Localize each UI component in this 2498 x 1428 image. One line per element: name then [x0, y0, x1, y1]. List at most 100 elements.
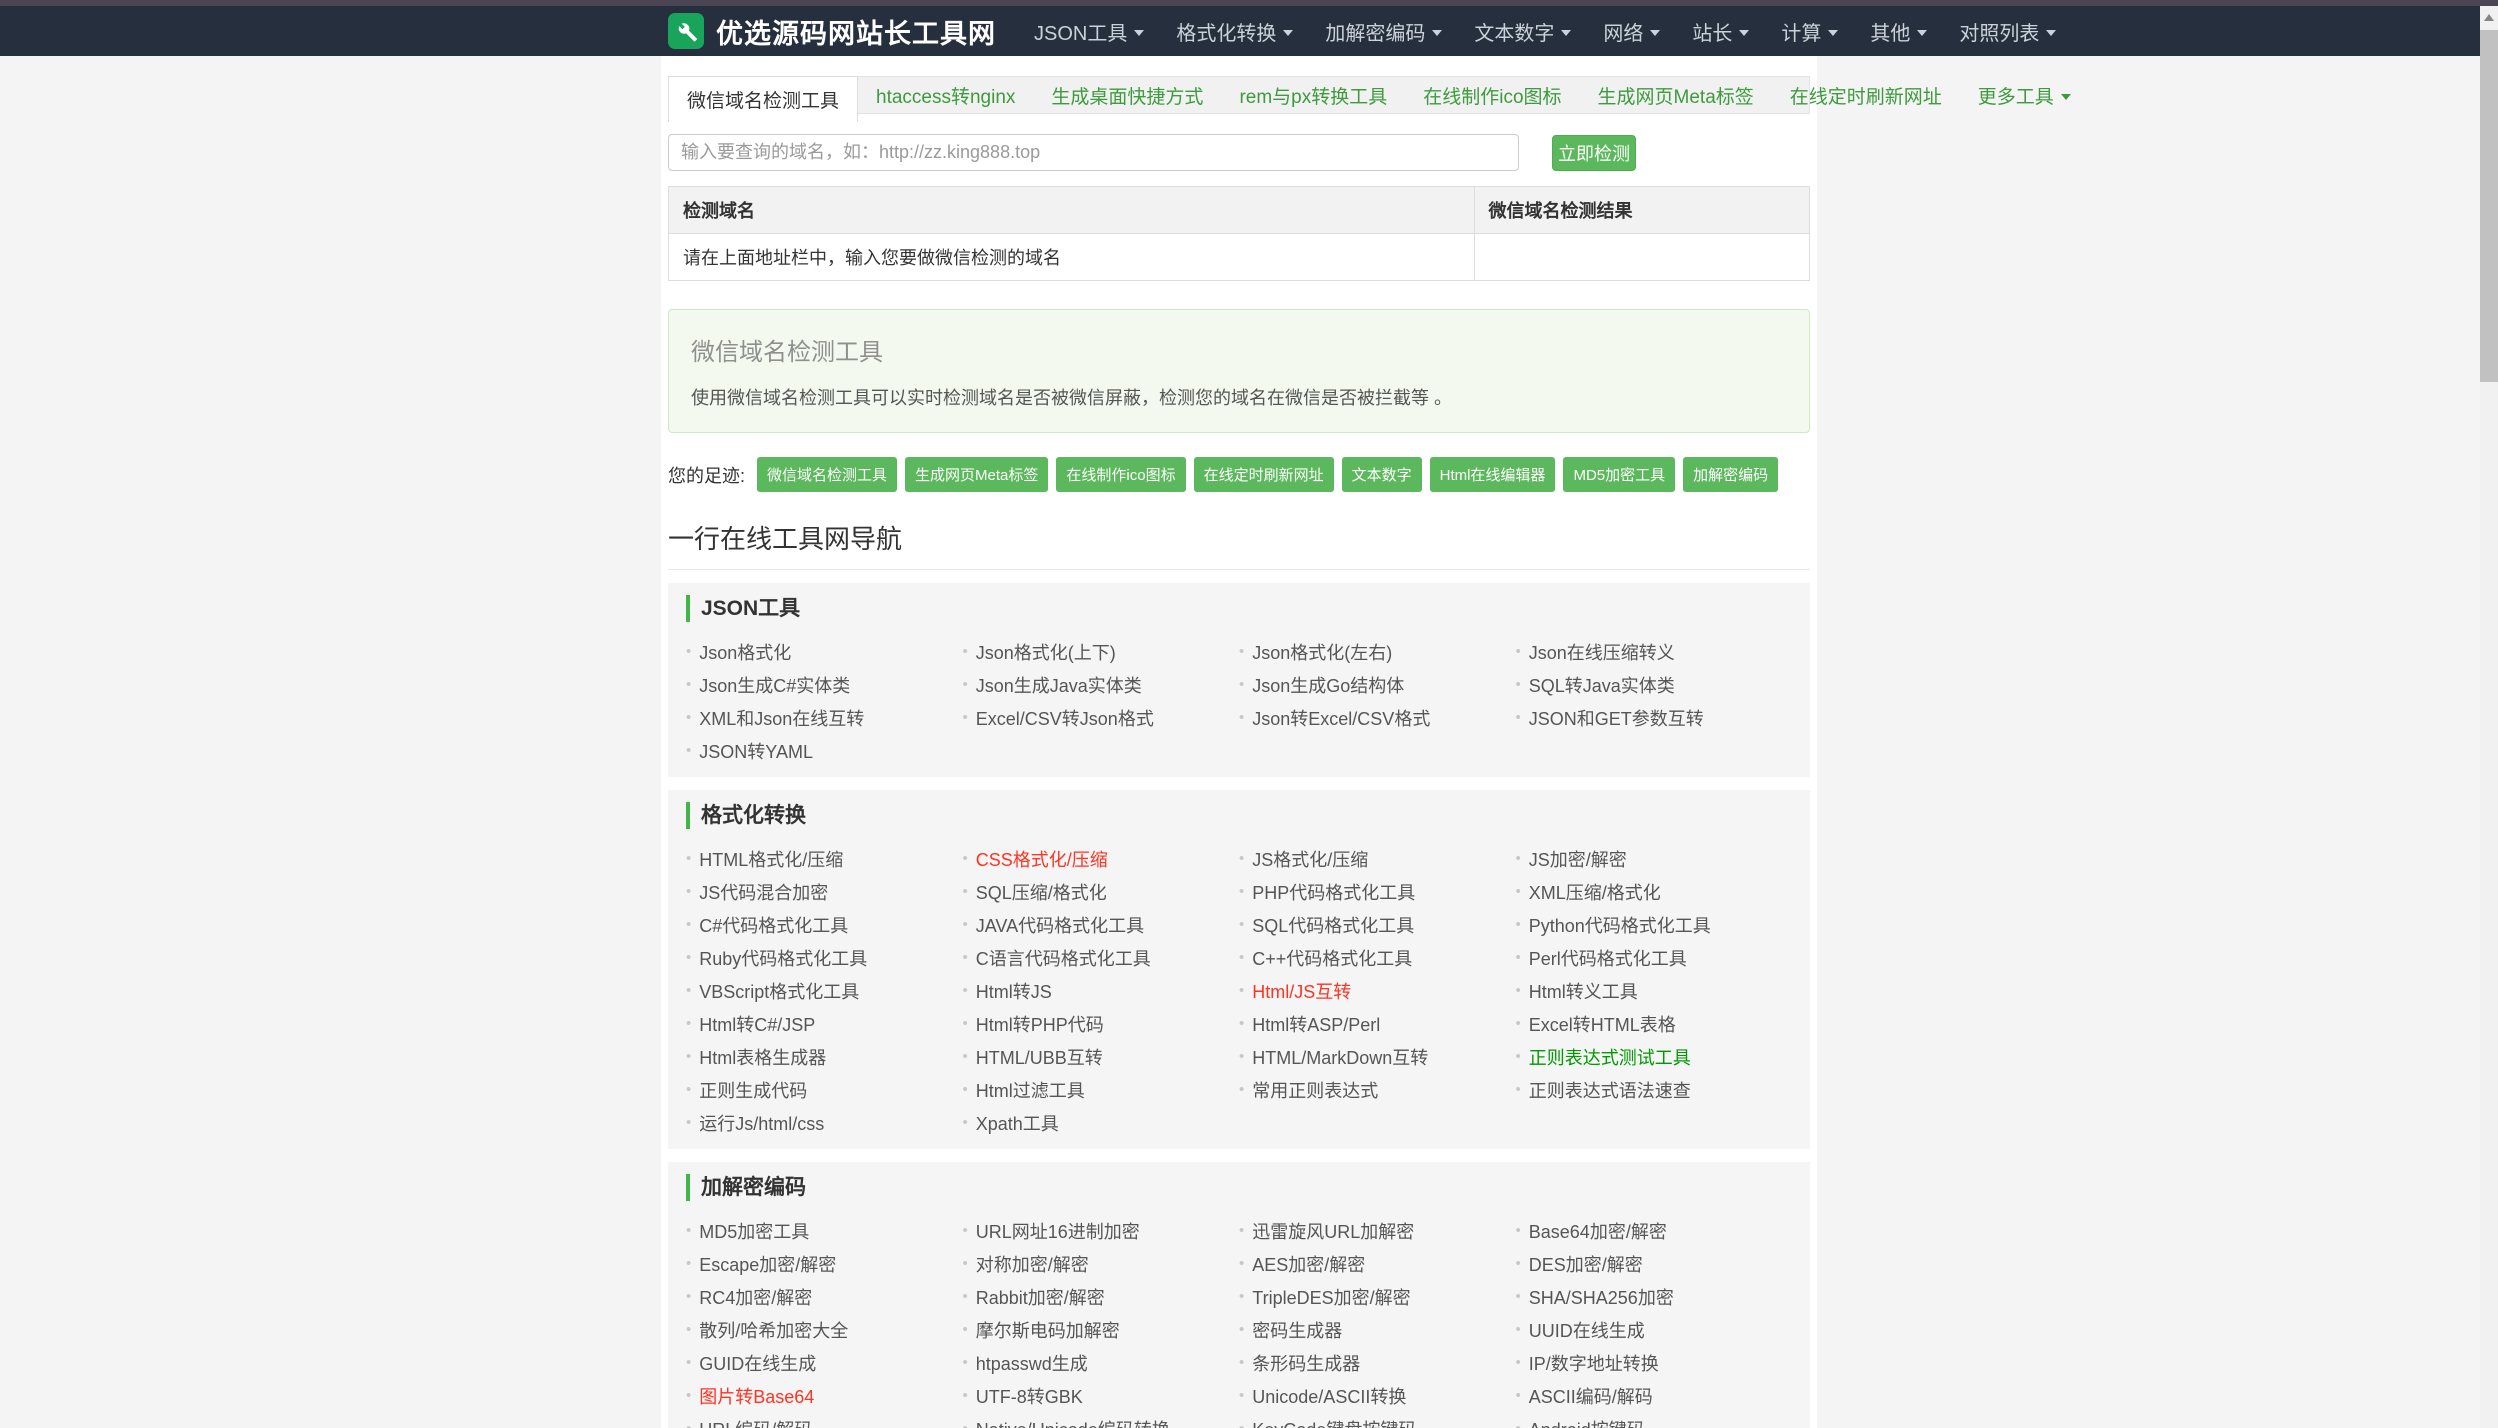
- tab-item[interactable]: 生成网页Meta标签: [1580, 77, 1772, 113]
- tab-item[interactable]: 在线定时刷新网址: [1772, 77, 1960, 113]
- tool-link[interactable]: • HTML/MarkDown互转: [1239, 1040, 1516, 1073]
- tab-item[interactable]: rem与px转换工具: [1221, 77, 1405, 113]
- tool-link[interactable]: • 密码生成器: [1239, 1313, 1516, 1346]
- footprint-tag[interactable]: Html在线编辑器: [1429, 457, 1556, 492]
- tool-link[interactable]: • KeyCode键盘按键码: [1239, 1412, 1516, 1428]
- tool-link[interactable]: • HTML/UBB互转: [963, 1040, 1240, 1073]
- tool-link[interactable]: • Excel转HTML表格: [1516, 1007, 1793, 1040]
- tool-link[interactable]: • Html表格生成器: [686, 1040, 963, 1073]
- tool-link[interactable]: • TripleDES加密/解密: [1239, 1280, 1516, 1313]
- footprint-tag[interactable]: 在线定时刷新网址: [1193, 457, 1334, 492]
- scrollbar-up-arrow-icon[interactable]: [2484, 14, 2494, 21]
- tool-link[interactable]: • Json格式化(左右): [1239, 635, 1516, 668]
- tool-link[interactable]: • Android按键码: [1516, 1412, 1793, 1428]
- tool-link[interactable]: • DES加密/解密: [1516, 1247, 1793, 1280]
- tool-link[interactable]: • CSS格式化/压缩: [963, 842, 1240, 875]
- tool-link[interactable]: • Json生成C#实体类: [686, 668, 963, 701]
- tool-link[interactable]: • JS格式化/压缩: [1239, 842, 1516, 875]
- tool-link[interactable]: • Ruby代码格式化工具: [686, 941, 963, 974]
- tab-item[interactable]: 生成桌面快捷方式: [1033, 77, 1221, 113]
- tool-link[interactable]: • Html/JS互转: [1239, 974, 1516, 1007]
- tool-link[interactable]: • SQL压缩/格式化: [963, 875, 1240, 908]
- tool-link[interactable]: • Html转C#/JSP: [686, 1007, 963, 1040]
- tool-link[interactable]: • XML和Json在线互转: [686, 701, 963, 734]
- tool-link[interactable]: • AES加密/解密: [1239, 1247, 1516, 1280]
- tool-link[interactable]: • Json转Excel/CSV格式: [1239, 701, 1516, 734]
- tab-item[interactable]: 在线制作ico图标: [1405, 77, 1579, 113]
- tool-link[interactable]: • PHP代码格式化工具: [1239, 875, 1516, 908]
- nav-menu-item[interactable]: 文本数字: [1458, 6, 1587, 56]
- tool-link[interactable]: • 图片转Base64: [686, 1379, 963, 1412]
- tool-link[interactable]: • UUID在线生成: [1516, 1313, 1793, 1346]
- tool-link[interactable]: • Native/Unicode编码转换: [963, 1412, 1240, 1428]
- tool-link[interactable]: • 正则表达式语法速查: [1516, 1073, 1793, 1106]
- scrollbar-thumb[interactable]: [2480, 30, 2498, 382]
- tool-link[interactable]: • 摩尔斯电码加解密: [963, 1313, 1240, 1346]
- browser-scrollbar[interactable]: [2480, 6, 2498, 1428]
- tool-link[interactable]: • IP/数字地址转换: [1516, 1346, 1793, 1379]
- tool-link[interactable]: • C语言代码格式化工具: [963, 941, 1240, 974]
- tool-link[interactable]: • JS加密/解密: [1516, 842, 1793, 875]
- tool-link[interactable]: • MD5加密工具: [686, 1214, 963, 1247]
- tool-link[interactable]: • XML压缩/格式化: [1516, 875, 1793, 908]
- tool-link[interactable]: • 迅雷旋风URL加解密: [1239, 1214, 1516, 1247]
- footprint-tag[interactable]: 生成网页Meta标签: [905, 457, 1049, 492]
- nav-menu-item[interactable]: JSON工具: [1018, 6, 1160, 56]
- footprint-tag[interactable]: 文本数字: [1341, 457, 1422, 492]
- tool-link[interactable]: • SQL转Java实体类: [1516, 668, 1793, 701]
- tool-link[interactable]: • Unicode/ASCII转换: [1239, 1379, 1516, 1412]
- tool-link[interactable]: • GUID在线生成: [686, 1346, 963, 1379]
- footprint-tag[interactable]: 加解密编码: [1683, 457, 1779, 492]
- tool-link[interactable]: • C++代码格式化工具: [1239, 941, 1516, 974]
- footprint-tag[interactable]: 在线制作ico图标: [1056, 457, 1186, 492]
- tab-item[interactable]: 更多工具: [1960, 77, 2089, 113]
- tool-link[interactable]: • 运行Js/html/css: [686, 1106, 963, 1139]
- domain-input[interactable]: [668, 134, 1519, 171]
- tool-link[interactable]: • UTF-8转GBK: [963, 1379, 1240, 1412]
- footprint-tag[interactable]: 微信域名检测工具: [757, 457, 898, 492]
- tool-link[interactable]: • SHA/SHA256加密: [1516, 1280, 1793, 1313]
- tool-link[interactable]: • Html转JS: [963, 974, 1240, 1007]
- tool-link[interactable]: • URL编码/解码: [686, 1412, 963, 1428]
- tool-link[interactable]: • Json生成Java实体类: [963, 668, 1240, 701]
- tool-link[interactable]: • htpasswd生成: [963, 1346, 1240, 1379]
- tool-link[interactable]: • URL网址16进制加密: [963, 1214, 1240, 1247]
- site-logo[interactable]: [668, 13, 704, 49]
- tool-link[interactable]: • Html转ASP/Perl: [1239, 1007, 1516, 1040]
- tool-link[interactable]: • Json格式化: [686, 635, 963, 668]
- tool-link[interactable]: • Python代码格式化工具: [1516, 908, 1793, 941]
- tool-link[interactable]: • Perl代码格式化工具: [1516, 941, 1793, 974]
- tab-item[interactable]: htaccess转nginx: [858, 77, 1033, 113]
- tool-link[interactable]: • JSON转YAML: [686, 734, 963, 767]
- tool-link[interactable]: • Html转PHP代码: [963, 1007, 1240, 1040]
- tool-link[interactable]: • JSON和GET参数互转: [1516, 701, 1793, 734]
- nav-menu-item[interactable]: 加解密编码: [1309, 6, 1458, 56]
- tool-link[interactable]: • Html转义工具: [1516, 974, 1793, 1007]
- tool-link[interactable]: • JS代码混合加密: [686, 875, 963, 908]
- tab-item[interactable]: 微信域名检测工具: [668, 76, 859, 122]
- nav-menu-item[interactable]: 计算: [1765, 6, 1854, 56]
- tool-link[interactable]: • JAVA代码格式化工具: [963, 908, 1240, 941]
- tool-link[interactable]: • Json生成Go结构体: [1239, 668, 1516, 701]
- tool-link[interactable]: • SQL代码格式化工具: [1239, 908, 1516, 941]
- tool-link[interactable]: • 条形码生成器: [1239, 1346, 1516, 1379]
- tool-link[interactable]: • Xpath工具: [963, 1106, 1240, 1139]
- tool-link[interactable]: • Json在线压缩转义: [1516, 635, 1793, 668]
- nav-menu-item[interactable]: 网络: [1587, 6, 1676, 56]
- tool-link[interactable]: • 正则表达式测试工具: [1516, 1040, 1793, 1073]
- footprint-tag[interactable]: MD5加密工具: [1563, 457, 1676, 492]
- tool-link[interactable]: • ASCII编码/解码: [1516, 1379, 1793, 1412]
- tool-link[interactable]: • 对称加密/解密: [963, 1247, 1240, 1280]
- tool-link[interactable]: • Json格式化(上下): [963, 635, 1240, 668]
- tool-link[interactable]: • VBScript格式化工具: [686, 974, 963, 1007]
- tool-link[interactable]: • 正则生成代码: [686, 1073, 963, 1106]
- tool-link[interactable]: • HTML格式化/压缩: [686, 842, 963, 875]
- tool-link[interactable]: • Escape加密/解密: [686, 1247, 963, 1280]
- tool-link[interactable]: • Excel/CSV转Json格式: [963, 701, 1240, 734]
- tool-link[interactable]: • 散列/哈希加密大全: [686, 1313, 963, 1346]
- tool-link[interactable]: • Html过滤工具: [963, 1073, 1240, 1106]
- tool-link[interactable]: • C#代码格式化工具: [686, 908, 963, 941]
- nav-menu-item[interactable]: 其他: [1854, 6, 1943, 56]
- tool-link[interactable]: • 常用正则表达式: [1239, 1073, 1516, 1106]
- tool-link[interactable]: • Rabbit加密/解密: [963, 1280, 1240, 1313]
